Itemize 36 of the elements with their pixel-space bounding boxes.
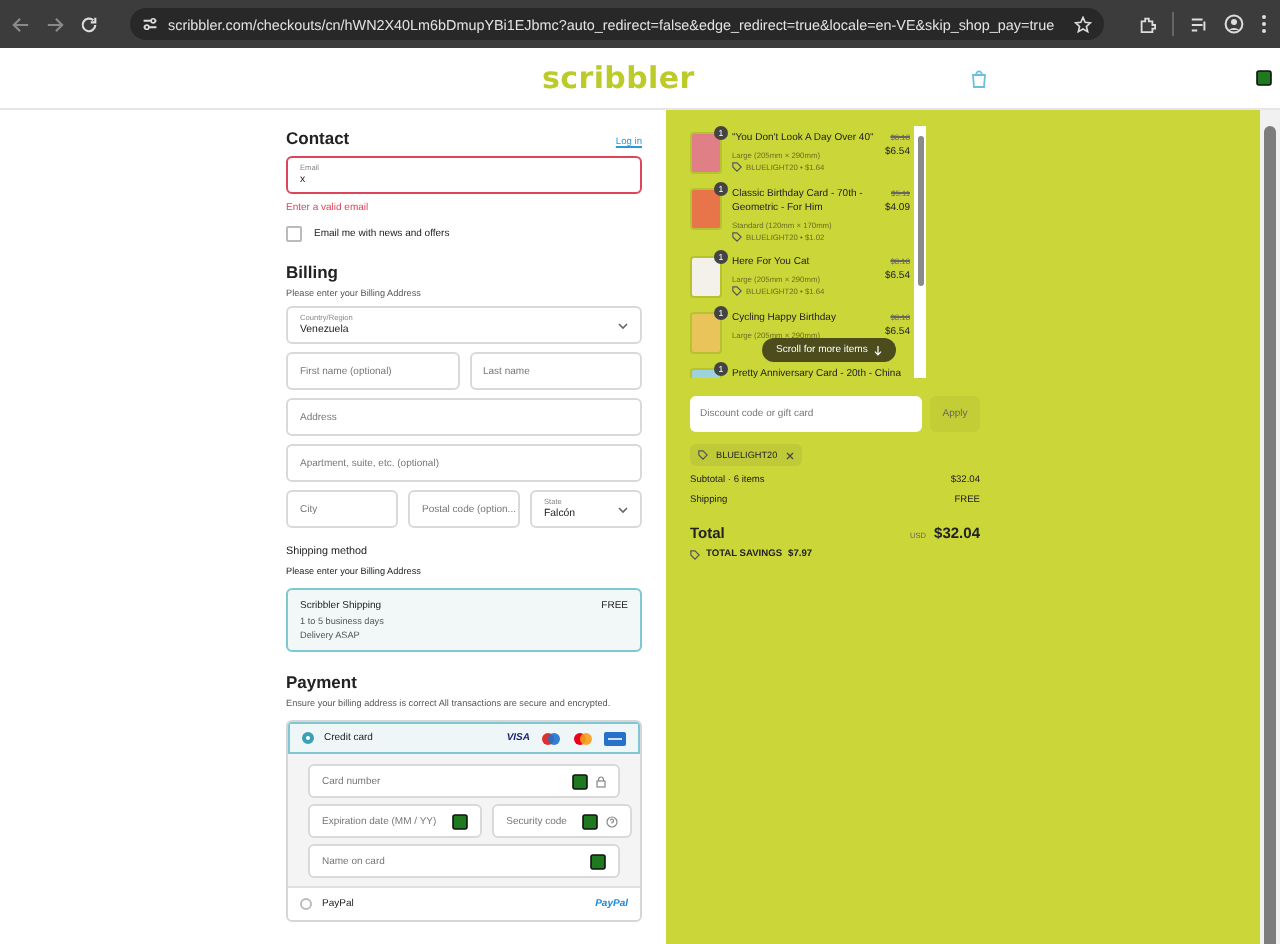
autofill-icon[interactable] (582, 813, 599, 829)
lock-icon (596, 775, 606, 787)
maestro-logo-icon (540, 731, 562, 745)
autofill-icon[interactable] (1256, 70, 1272, 86)
autofill-icon[interactable] (590, 853, 606, 869)
section-title: Contact (286, 128, 350, 148)
back-icon[interactable] (12, 15, 30, 33)
chevron-down-icon (618, 321, 628, 329)
arrow-down-icon (873, 345, 882, 355)
help-icon[interactable] (606, 815, 619, 827)
mastercard-logo-icon (572, 731, 594, 745)
page-scrollbar[interactable] (1260, 110, 1280, 944)
radio-button[interactable] (300, 898, 312, 910)
amex-logo-icon (604, 731, 626, 745)
tag-icon (732, 286, 742, 296)
close-icon[interactable] (785, 451, 794, 459)
tag-icon (698, 450, 708, 460)
tag-icon (732, 232, 742, 242)
bookmark-star-icon[interactable] (1074, 15, 1093, 33)
chevron-down-icon (618, 505, 628, 513)
tag-icon (732, 162, 742, 172)
radio-button[interactable] (302, 732, 314, 744)
autofill-icon[interactable] (572, 773, 588, 789)
media-control-icon[interactable] (1190, 15, 1208, 33)
savings-tag-icon (690, 550, 700, 560)
section-title: Billing (286, 262, 340, 282)
reload-icon[interactable] (80, 15, 98, 33)
scrollbar[interactable] (914, 126, 926, 378)
extensions-icon[interactable] (1138, 15, 1156, 33)
profile-icon[interactable] (1224, 14, 1244, 34)
site-info-icon[interactable] (142, 16, 158, 32)
checkbox[interactable] (286, 226, 302, 242)
autofill-icon[interactable] (452, 813, 469, 829)
menu-icon[interactable] (1260, 14, 1268, 34)
section-title: Payment (286, 672, 359, 692)
forward-icon[interactable] (46, 15, 64, 33)
